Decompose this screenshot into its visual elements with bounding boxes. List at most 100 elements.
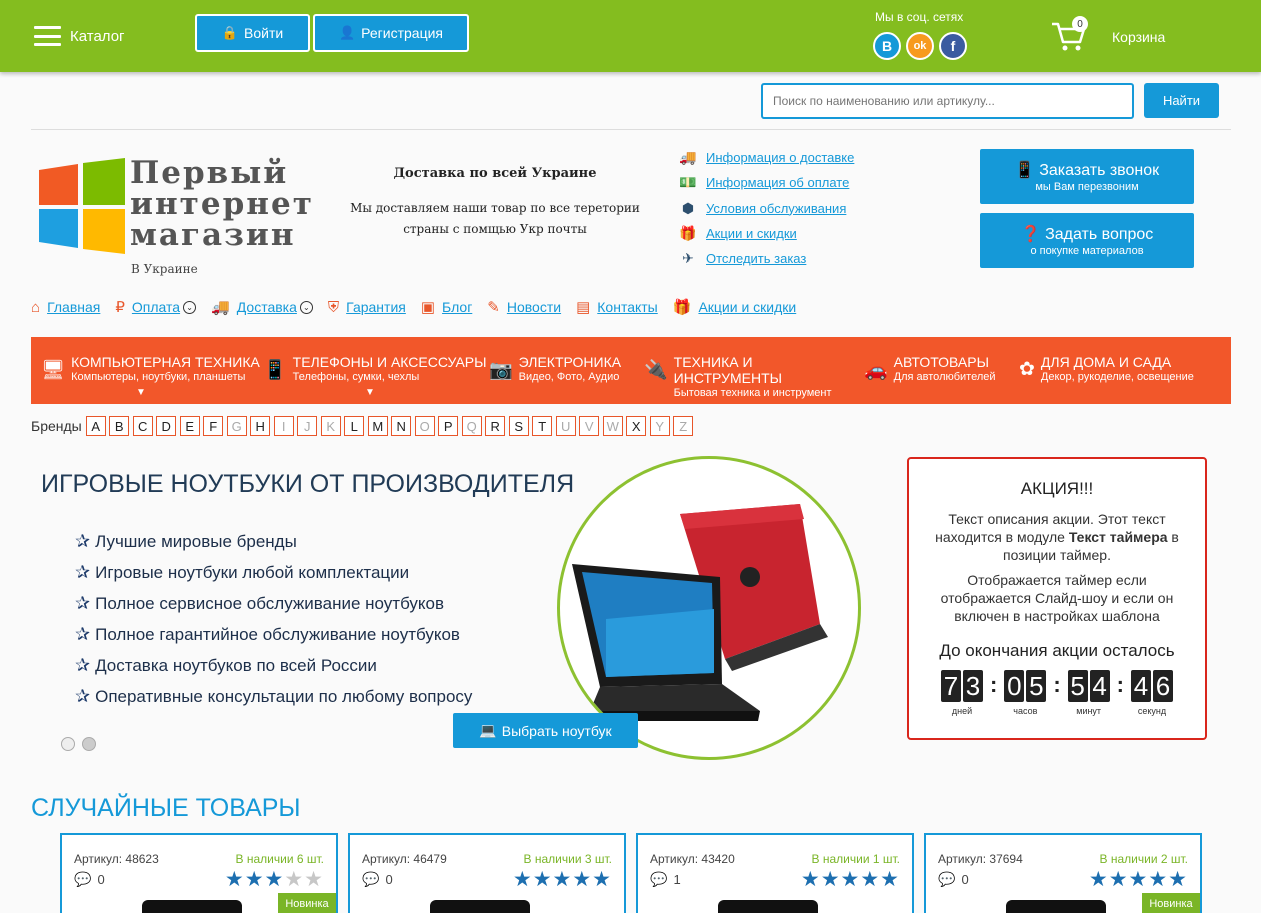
- info-link-terms[interactable]: ⬢ Условия обслуживания: [678, 196, 854, 221]
- star-icon[interactable]: ★: [1089, 868, 1109, 891]
- star-icon[interactable]: ★: [1168, 868, 1188, 891]
- product-card[interactable]: Артикул: 46479 В наличии 3 шт. 💬 0 ★★★★★: [348, 833, 626, 913]
- info-link-delivery[interactable]: 🚚 Информация о доставке: [678, 145, 854, 170]
- brand-letter-u[interactable]: U: [555, 416, 576, 436]
- star-icon[interactable]: ★: [841, 868, 861, 891]
- laptop-icon: 💻: [479, 722, 497, 738]
- nav-item-promo[interactable]: 🎁 Акции и скидки: [673, 298, 796, 316]
- chevron-down-icon[interactable]: ⌄: [299, 300, 313, 314]
- info-link-track[interactable]: ✈ Отследить заказ: [678, 246, 854, 271]
- brand-letter-l[interactable]: L: [344, 416, 365, 436]
- star-icon[interactable]: ★: [265, 868, 285, 891]
- vk-icon[interactable]: B: [873, 32, 901, 60]
- camera-icon: 📷: [489, 360, 513, 381]
- brand-letter-m[interactable]: M: [367, 416, 388, 436]
- star-icon[interactable]: ★: [513, 868, 533, 891]
- chevron-down-icon[interactable]: ▼: [136, 387, 146, 398]
- choose-laptop-button[interactable]: 💻 Выбрать ноутбук: [453, 713, 638, 748]
- brand-letter-b[interactable]: B: [109, 416, 130, 436]
- product-image[interactable]: [1006, 900, 1106, 913]
- product-image[interactable]: [430, 900, 530, 913]
- brand-letter-c[interactable]: C: [132, 416, 153, 436]
- slider-dot[interactable]: [82, 737, 96, 751]
- category-appliances[interactable]: 🔌 ТЕХНИКА И ИНСТРУМЕНТЫ Бытовая техника и…: [644, 337, 864, 404]
- brand-letter-o[interactable]: O: [414, 416, 435, 436]
- brand-letter-e[interactable]: E: [179, 416, 200, 436]
- category-home-garden[interactable]: ✿ ДЛЯ ДОМА И САДА Декор, рукоделие, освещ…: [1019, 337, 1219, 404]
- category-auto[interactable]: 🚗 АВТОТОВАРЫ Для автолюбителей: [864, 337, 1019, 404]
- search-input[interactable]: [761, 83, 1134, 119]
- product-comments[interactable]: 💬 0: [938, 871, 969, 888]
- brand-letter-j[interactable]: J: [297, 416, 318, 436]
- star-icon[interactable]: ★: [821, 868, 841, 891]
- facebook-icon[interactable]: f: [939, 32, 967, 60]
- brand-letter-z[interactable]: Z: [673, 416, 694, 436]
- nav-item-payment[interactable]: ₽ Оплата ⌄: [115, 298, 197, 316]
- slider-dot[interactable]: [61, 737, 75, 751]
- star-icon[interactable]: ★: [284, 868, 304, 891]
- product-card[interactable]: Артикул: 48623 В наличии 6 шт. 💬 0 ★★★★★ Нови…: [60, 833, 338, 913]
- nav-item-news[interactable]: ✎ Новости: [487, 298, 561, 316]
- login-button[interactable]: 🔒 Войти: [195, 14, 310, 52]
- product-comments[interactable]: 💬 0: [362, 871, 393, 888]
- brand-letter-q[interactable]: Q: [461, 416, 482, 436]
- brand-letter-n[interactable]: N: [391, 416, 412, 436]
- brand-letter-a[interactable]: A: [85, 416, 106, 436]
- info-link-promo[interactable]: 🎁 Акции и скидки: [678, 221, 854, 246]
- brand-letter-s[interactable]: S: [508, 416, 529, 436]
- brand-letter-x[interactable]: X: [626, 416, 647, 436]
- brand-letter-w[interactable]: W: [602, 416, 623, 436]
- brands-filter: Бренды ABCDEFGHIJKLMNOPQRSTUVWXYZ: [31, 416, 697, 436]
- ask-question-button[interactable]: ❓ Задать вопрос о покупке материалов: [980, 213, 1194, 268]
- star-icon[interactable]: ★: [572, 868, 592, 891]
- brand-letter-i[interactable]: I: [273, 416, 294, 436]
- product-image[interactable]: [142, 900, 242, 913]
- nav-item-blog[interactable]: ▣ Блог: [421, 298, 472, 316]
- product-card[interactable]: Артикул: 37694 В наличии 2 шт. 💬 0 ★★★★★ Нови…: [924, 833, 1202, 913]
- search-button[interactable]: Найти: [1144, 83, 1219, 118]
- product-image[interactable]: [718, 900, 818, 913]
- odnoklassniki-icon[interactable]: ok: [906, 32, 934, 60]
- brand-letter-f[interactable]: F: [203, 416, 224, 436]
- star-icon[interactable]: ★: [860, 868, 880, 891]
- star-icon[interactable]: ★: [245, 868, 265, 891]
- product-comments[interactable]: 💬 1: [650, 871, 681, 888]
- star-icon[interactable]: ★: [533, 868, 553, 891]
- logo-text[interactable]: Первый интернет магазин: [130, 158, 314, 251]
- nav-item-guarantee[interactable]: ⛨ Гарантия: [328, 299, 406, 316]
- star-icon[interactable]: ★: [304, 868, 324, 891]
- brand-letter-h[interactable]: H: [250, 416, 271, 436]
- product-card[interactable]: Артикул: 43420 В наличии 1 шт. 💬 1 ★★★★★: [636, 833, 914, 913]
- star-icon[interactable]: ★: [1109, 868, 1129, 891]
- star-icon[interactable]: ★: [553, 868, 573, 891]
- brand-letter-r[interactable]: R: [485, 416, 506, 436]
- brand-letter-v[interactable]: V: [579, 416, 600, 436]
- chevron-down-icon[interactable]: ▼: [365, 387, 375, 398]
- star-icon[interactable]: ★: [880, 868, 900, 891]
- logo-windows-icon[interactable]: [37, 158, 125, 254]
- brand-letter-p[interactable]: P: [438, 416, 459, 436]
- nav-item-home[interactable]: ⌂ Главная: [31, 299, 100, 316]
- brand-letter-g[interactable]: G: [226, 416, 247, 436]
- order-call-button[interactable]: 📱 Заказать звонок мы Вам перезвоним: [980, 149, 1194, 204]
- nav-item-contacts[interactable]: ▤ Контакты: [576, 298, 658, 316]
- info-link-payment[interactable]: 💵 Информация об оплате: [678, 170, 854, 195]
- star-icon[interactable]: ★: [1148, 868, 1168, 891]
- star-icon[interactable]: ★: [1129, 868, 1149, 891]
- brand-letter-k[interactable]: K: [320, 416, 341, 436]
- product-comments[interactable]: 💬 0: [74, 871, 105, 888]
- category-computers[interactable]: 🖥 КОМПЬЮТЕРНАЯ ТЕХНИКА Компьютеры, ноутбу…: [41, 337, 263, 404]
- category-electronics[interactable]: 📷 ЭЛЕКТРОНИКА Видео, Фото, Аудио: [489, 337, 644, 404]
- nav-item-delivery[interactable]: 🚚 Доставка ⌄: [211, 298, 313, 316]
- star-icon[interactable]: ★: [225, 868, 245, 891]
- chevron-down-icon[interactable]: ⌄: [183, 300, 197, 314]
- star-icon[interactable]: ★: [592, 868, 612, 891]
- cart-link[interactable]: Корзина: [1112, 29, 1165, 45]
- brand-letter-y[interactable]: Y: [649, 416, 670, 436]
- register-button[interactable]: 👤 Регистрация: [313, 14, 469, 52]
- star-icon[interactable]: ★: [801, 868, 821, 891]
- brand-letter-d[interactable]: D: [156, 416, 177, 436]
- category-phones[interactable]: 📱 ТЕЛЕФОНЫ И АКСЕССУАРЫ Телефоны, сумки, …: [263, 337, 489, 404]
- catalog-menu-button[interactable]: Каталог: [34, 26, 125, 46]
- brand-letter-t[interactable]: T: [532, 416, 553, 436]
